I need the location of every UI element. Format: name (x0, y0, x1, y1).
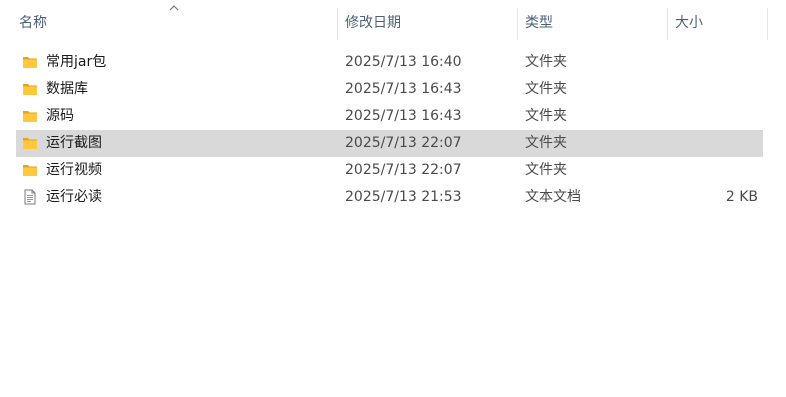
file-modified-date: 2025/7/13 22:07 (345, 135, 462, 151)
file-list: 常用jar包 2025/7/13 16:40 文件夹 数据库 2025/7/13… (16, 49, 763, 211)
file-type: 文本文档 (525, 189, 581, 205)
file-name: 常用jar包 (46, 54, 107, 70)
column-header-type[interactable]: 类型 (517, 0, 667, 40)
column-header-modified[interactable]: 修改日期 (337, 0, 517, 40)
file-name: 数据库 (46, 81, 88, 97)
file-name: 运行必读 (46, 189, 102, 205)
column-divider[interactable] (767, 8, 768, 40)
column-header-modified-label: 修改日期 (345, 15, 401, 31)
column-header-type-label: 类型 (525, 15, 553, 31)
folder-icon (23, 57, 37, 68)
file-explorer-list: 名称 修改日期 类型 大小 常用jar包 2025/7/13 16:40 文件夹 (0, 0, 786, 397)
file-type: 文件夹 (525, 162, 567, 178)
file-modified-date: 2025/7/13 22:07 (345, 162, 462, 178)
file-type: 文件夹 (525, 54, 567, 70)
file-type: 文件夹 (525, 135, 567, 151)
column-header-bar: 名称 修改日期 类型 大小 (0, 0, 786, 40)
folder-icon (23, 84, 37, 95)
folder-icon (23, 138, 37, 149)
column-header-size-label: 大小 (675, 15, 703, 31)
file-name: 运行截图 (46, 135, 102, 151)
file-name: 运行视频 (46, 162, 102, 178)
file-name: 源码 (46, 108, 74, 124)
file-modified-date: 2025/7/13 21:53 (345, 189, 462, 205)
file-row[interactable]: 运行视频 2025/7/13 22:07 文件夹 (16, 157, 763, 184)
file-row-selected[interactable]: 运行截图 2025/7/13 22:07 文件夹 (16, 130, 763, 157)
file-type: 文件夹 (525, 81, 567, 97)
file-modified-date: 2025/7/13 16:43 (345, 81, 462, 97)
file-modified-date: 2025/7/13 16:43 (345, 108, 462, 124)
chevron-up-icon (169, 5, 179, 11)
column-header-name-label: 名称 (19, 15, 47, 31)
column-header-size[interactable]: 大小 (667, 0, 767, 40)
file-type: 文件夹 (525, 108, 567, 124)
file-modified-date: 2025/7/13 16:40 (345, 54, 462, 70)
folder-icon (23, 165, 37, 176)
file-row[interactable]: 常用jar包 2025/7/13 16:40 文件夹 (16, 49, 763, 76)
text-document-icon (24, 189, 36, 205)
file-row[interactable]: 运行必读 2025/7/13 21:53 文本文档 2 KB (16, 184, 763, 211)
file-row[interactable]: 数据库 2025/7/13 16:43 文件夹 (16, 76, 763, 103)
folder-icon (23, 111, 37, 122)
file-size: 2 KB (725, 189, 758, 205)
file-row[interactable]: 源码 2025/7/13 16:43 文件夹 (16, 103, 763, 130)
